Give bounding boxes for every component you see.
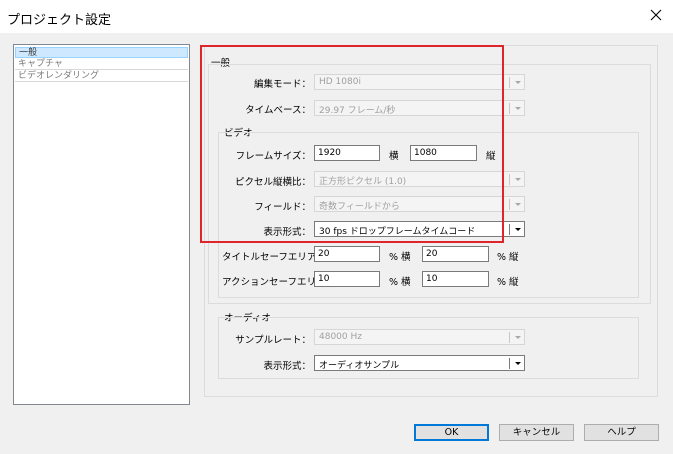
chevron-down-icon — [511, 75, 525, 89]
audio-display-format-select[interactable]: オーディオサンプル — [314, 355, 525, 371]
action-safe-v-field[interactable]: 10 — [422, 271, 489, 287]
chevron-down-icon — [511, 101, 525, 115]
sample-rate-value: 48000 Hz — [319, 332, 362, 342]
action-safe-v-value: 10 — [426, 274, 438, 284]
highlight-box — [200, 45, 504, 243]
nav-item-capture[interactable]: キャプチャ — [15, 59, 188, 70]
cancel-button[interactable]: キャンセル — [499, 424, 574, 441]
title-safe-v-field[interactable]: 20 — [422, 246, 489, 262]
chevron-down-icon — [511, 172, 525, 186]
title-safe-h-unit: % 横 — [389, 252, 411, 263]
title-safe-v-unit: % 縦 — [497, 252, 519, 263]
category-list[interactable]: 一般 キャプチャ ビデオレンダリング — [13, 44, 190, 405]
title-safe-v-value: 20 — [426, 249, 438, 259]
window-title: プロジェクト設定 — [7, 13, 112, 28]
action-safe-h-value: 10 — [318, 274, 330, 284]
combo-separator — [509, 224, 510, 235]
action-safe-label: アクションセーフエリア — [222, 277, 326, 288]
chevron-down-icon[interactable] — [511, 356, 525, 370]
close-icon[interactable] — [645, 4, 667, 26]
action-safe-h-unit: % 横 — [389, 277, 411, 288]
audio-display-format-label: 表示形式： — [263, 361, 311, 372]
action-safe-v-unit: % 縦 — [497, 277, 519, 288]
help-button[interactable]: ヘルプ — [584, 424, 659, 441]
title-safe-h-field[interactable]: 20 — [314, 246, 380, 262]
ok-button[interactable]: OK — [414, 424, 489, 441]
combo-separator — [509, 199, 510, 210]
combo-separator — [509, 358, 510, 369]
sample-rate-select: 48000 Hz — [314, 329, 525, 345]
combo-separator — [509, 77, 510, 88]
chevron-down-icon — [511, 330, 525, 344]
combo-separator — [509, 103, 510, 114]
combo-separator — [509, 332, 510, 343]
action-safe-h-field[interactable]: 10 — [314, 271, 380, 287]
chevron-down-icon — [511, 197, 525, 211]
title-safe-label: タイトルセーフエリア — [222, 252, 317, 263]
audio-display-format-value: オーディオサンプル — [319, 361, 400, 371]
sample-rate-label: サンプルレート： — [235, 335, 311, 346]
nav-item-general[interactable]: 一般 — [15, 47, 188, 58]
nav-item-video-rendering[interactable]: ビデオレンダリング — [15, 71, 188, 82]
combo-separator — [509, 174, 510, 185]
title-safe-h-value: 20 — [318, 249, 330, 259]
chevron-down-icon[interactable] — [511, 222, 525, 236]
